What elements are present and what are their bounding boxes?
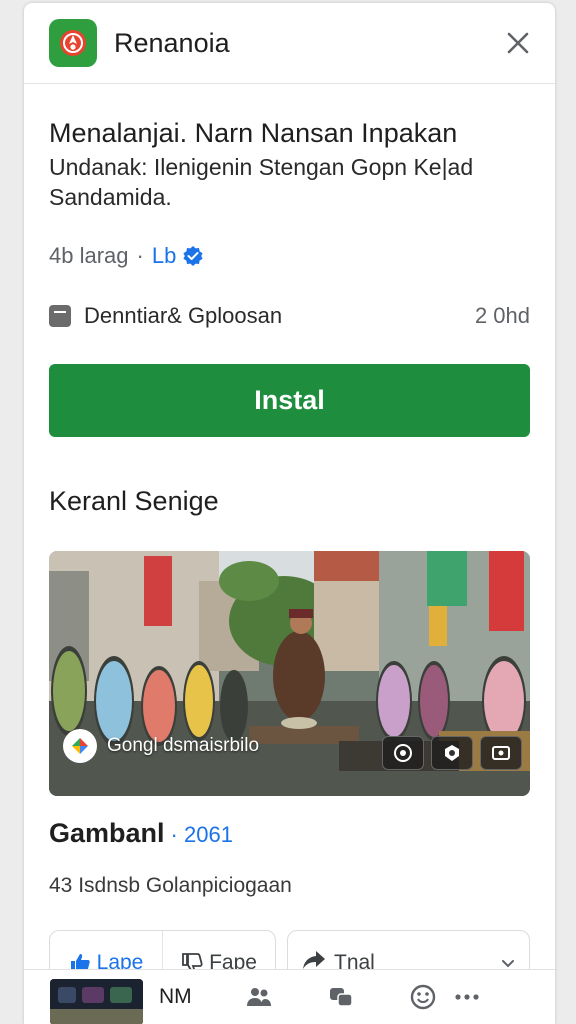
gallery-title: Keranl Senige: [49, 485, 219, 516]
publisher-link[interactable]: Lb: [152, 243, 176, 269]
emoji-icon[interactable]: [410, 984, 436, 1010]
mini-player-label: NM: [159, 985, 192, 1008]
reviews-header: Gambanl · 2061: [49, 818, 530, 849]
download-size: 2 0hd: [474, 302, 530, 328]
more-icon[interactable]: [454, 993, 480, 1001]
install-button[interactable]: Instal: [49, 363, 530, 437]
close-icon[interactable]: [503, 28, 533, 58]
badge-icon[interactable]: [431, 735, 473, 770]
media-caption: Gongl dsmaisrbilo: [63, 728, 260, 763]
app-listing-card: Renanoia Menalanjai. Narn Nansan Inpakan…: [24, 3, 555, 1024]
mini-player-thumbnail[interactable]: [50, 979, 143, 1024]
media-caption-text: Gongl dsmaisrbilo: [107, 734, 260, 756]
reviews-count: · 2061: [171, 822, 233, 848]
listing-meta: 4b larag · Lb: [49, 243, 530, 269]
download-label: Denntiar& Gploosan: [84, 302, 283, 328]
people-icon[interactable]: [246, 986, 272, 1008]
media-controls: [382, 735, 522, 770]
reviews-separator: ·: [170, 821, 178, 847]
gallery-image[interactable]: Gongl dsmaisrbilo: [49, 550, 530, 796]
community-icon[interactable]: [328, 985, 354, 1009]
listing-subline: Undanak: Ilenigenin Stengan Gopn Ke|ad S…: [49, 154, 474, 210]
reviews-subtitle: 43 Isdnsb Golanpiciogaan: [49, 873, 292, 897]
reviews-title: Gambanl: [49, 817, 165, 848]
bottom-bar: NM: [24, 969, 555, 1024]
meta-separator: ·: [136, 242, 144, 268]
reviews-count-value: 2061: [183, 821, 233, 847]
verified-badge-icon: [182, 245, 204, 267]
app-header: Renanoia: [24, 3, 555, 84]
fullscreen-icon[interactable]: [480, 735, 522, 770]
camera-icon[interactable]: [382, 735, 424, 770]
app-logo-icon: [49, 19, 97, 67]
meta-count: 4b larag: [49, 242, 129, 268]
download-info-icon: [49, 304, 71, 327]
listing-headline: Menalanjai. Narn Nansan Inpakan: [49, 118, 458, 148]
download-size-row: Denntiar& Gploosan 2 0hd: [49, 303, 530, 329]
channel-logo-icon: [63, 728, 97, 763]
app-title: Renanoia: [114, 27, 230, 58]
